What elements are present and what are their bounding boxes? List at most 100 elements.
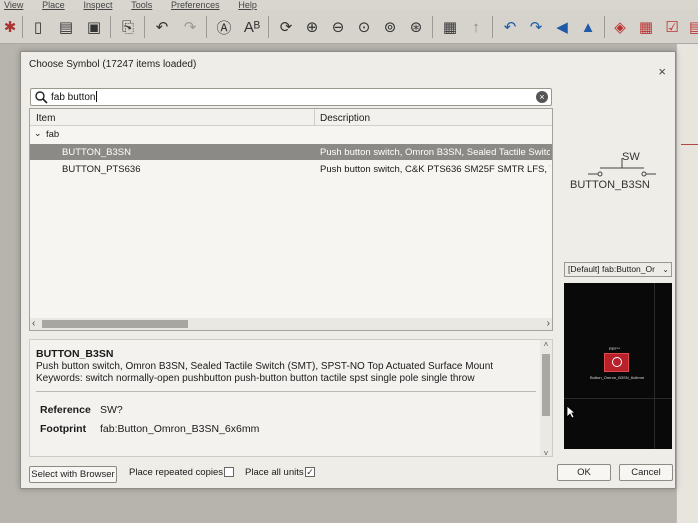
tree-row[interactable]: BUTTON_PTS636 Push button switch, C&K PT…: [30, 161, 552, 177]
scrollbar-thumb[interactable]: [542, 354, 550, 416]
symbol-tree[interactable]: Item Description ⌄ fab BUTTON_B3SN Push …: [29, 108, 553, 331]
symbol-description: Push button switch, C&K PTS636 SM25F SMT…: [320, 164, 550, 175]
cancel-button[interactable]: Cancel: [619, 464, 673, 481]
close-icon[interactable]: ×: [658, 64, 666, 79]
horizontal-scrollbar[interactable]: ‹ ›: [30, 318, 552, 330]
search-value-wrap: fab button: [51, 91, 98, 103]
group-name: fab: [46, 129, 60, 140]
erc-icon[interactable]: ☑: [662, 16, 682, 38]
vertical-scrollbar[interactable]: ˄ ˅: [540, 340, 552, 456]
choose-symbol-dialog: Choose Symbol (17247 items loaded) × fab…: [20, 51, 676, 489]
mouse-cursor-icon: [566, 405, 576, 419]
schematic-canvas[interactable]: [676, 44, 698, 523]
footprint-value-text: Button_Omron_B3SN_6x6mm: [590, 375, 645, 380]
footprint-value: fab:Button_Omron_B3SN_6x6mm: [100, 423, 260, 435]
grid-line: [564, 398, 672, 399]
toolbar-separator: [206, 16, 207, 38]
column-header-item[interactable]: Item: [36, 113, 55, 124]
footprint-hole: [612, 357, 622, 367]
menu-bar: View Place Inspect Tools Preferences Hel…: [0, 0, 698, 10]
preview-ref-label: SW: [622, 151, 640, 163]
footprint-ref-text: REF**: [609, 346, 621, 351]
footprint-preview: REF** Button_Omron_B3SN_6x6mm: [564, 283, 672, 449]
clear-search-icon[interactable]: ×: [536, 91, 548, 103]
fields-icon[interactable]: ▤: [686, 16, 698, 38]
refresh-icon[interactable]: ⟳: [276, 16, 296, 38]
annotate-icon[interactable]: ▦: [636, 16, 656, 38]
hierarchy-icon[interactable]: ▦: [440, 16, 460, 38]
zoom-out-icon[interactable]: ⊖: [328, 16, 348, 38]
zoom-objects-icon[interactable]: ⊚: [380, 16, 400, 38]
new-page-icon[interactable]: ▯: [28, 16, 48, 38]
details-keywords: Keywords: switch normally-open pushbutto…: [36, 373, 475, 384]
scroll-right-icon[interactable]: ›: [547, 318, 550, 330]
mirror-h-icon[interactable]: ▲: [578, 16, 598, 38]
undo-icon[interactable]: ↶: [152, 16, 172, 38]
ok-button[interactable]: OK: [557, 464, 611, 481]
bug-icon[interactable]: ✱: [0, 16, 20, 38]
rotate-cw-icon[interactable]: ↷: [526, 16, 546, 38]
menu-inspect[interactable]: Inspect: [83, 0, 112, 10]
menu-preferences[interactable]: Preferences: [171, 0, 220, 10]
grid-line: [654, 283, 655, 449]
tree-group-fab[interactable]: ⌄ fab: [30, 126, 552, 142]
menu-tools[interactable]: Tools: [131, 0, 152, 10]
sheet-border: [681, 144, 698, 145]
details-symbol-name: BUTTON_B3SN: [36, 348, 114, 360]
chevron-down-icon[interactable]: ˅: [540, 449, 552, 456]
redo-icon[interactable]: ↷: [180, 16, 200, 38]
mirror-v-icon[interactable]: ◀: [552, 16, 572, 38]
chevron-up-icon[interactable]: ˄: [540, 340, 552, 349]
symbol-editor-icon[interactable]: ◈: [610, 16, 630, 38]
place-repeated-checkbox[interactable]: [224, 467, 234, 477]
zoom-in-icon[interactable]: ⊕: [302, 16, 322, 38]
place-all-units-label[interactable]: Place all units: [245, 467, 304, 478]
chevron-down-icon: ⌄: [662, 265, 669, 274]
scrollbar-thumb[interactable]: [42, 320, 188, 328]
search-input[interactable]: fab button ×: [30, 88, 552, 106]
zoom-fit-icon[interactable]: ⊙: [354, 16, 374, 38]
chevron-down-icon[interactable]: ⌄: [34, 128, 42, 139]
search-value: fab button: [51, 92, 96, 103]
tree-header: Item Description: [30, 109, 552, 126]
toolbar-separator: [432, 16, 433, 38]
toolbar-separator: [268, 16, 269, 38]
dialog-title: Choose Symbol (17247 items loaded): [29, 59, 197, 70]
toolbar-separator: [144, 16, 145, 38]
reference-label: Reference: [40, 404, 91, 416]
text-caret: [96, 91, 98, 102]
footprint-select-value: [Default] fab:Button_Or: [568, 264, 655, 274]
plot-icon[interactable]: ▣: [84, 16, 104, 38]
menu-view[interactable]: View: [4, 0, 23, 10]
symbol-details-panel: BUTTON_B3SN Push button switch, Omron B3…: [29, 339, 553, 457]
symbol-name: BUTTON_B3SN: [62, 147, 131, 158]
leave-sheet-icon[interactable]: ↑: [466, 16, 486, 38]
rotate-ccw-icon[interactable]: ↶: [500, 16, 520, 38]
details-description: Push button switch, Omron B3SN, Sealed T…: [36, 361, 494, 372]
place-all-units-checkbox[interactable]: ✓: [305, 467, 315, 477]
toolbar-separator: [492, 16, 493, 38]
scroll-left-icon[interactable]: ‹: [32, 318, 35, 330]
zoom-selection-icon[interactable]: ⊛: [406, 16, 426, 38]
paste-icon[interactable]: ⎘: [118, 16, 138, 38]
preview-value-label: BUTTON_B3SN: [570, 179, 650, 191]
toolbar-separator: [604, 16, 605, 38]
symbol-name: BUTTON_PTS636: [62, 164, 141, 175]
toolbar-separator: [22, 16, 23, 38]
place-repeated-label[interactable]: Place repeated copies: [129, 467, 223, 478]
symbol-description: Push button switch, Omron B3SN, Sealed T…: [320, 147, 550, 158]
column-divider[interactable]: [314, 109, 315, 126]
footprint-select[interactable]: [Default] fab:Button_Or ⌄: [564, 262, 672, 277]
select-with-browser-button[interactable]: Select with Browser: [29, 466, 117, 483]
print-icon[interactable]: ▤: [56, 16, 76, 38]
column-header-description[interactable]: Description: [320, 113, 370, 124]
menu-place[interactable]: Place: [42, 0, 65, 10]
footprint-label: Footprint: [40, 423, 87, 435]
details-divider: [36, 391, 536, 392]
menu-help[interactable]: Help: [238, 0, 257, 10]
main-toolbar: ✱ ▯ ▤ ▣ ⎘ ↶ ↷ Ⓐ Aᴮ ⟳ ⊕ ⊖ ⊙ ⊚ ⊛ ▦ ↑ ↶ ↷ ◀…: [0, 10, 698, 44]
reference-value: SW?: [100, 404, 123, 416]
tree-row-selected[interactable]: BUTTON_B3SN Push button switch, Omron B3…: [30, 144, 552, 160]
find-icon[interactable]: Ⓐ: [214, 16, 234, 38]
find-replace-icon[interactable]: Aᴮ: [242, 16, 262, 38]
